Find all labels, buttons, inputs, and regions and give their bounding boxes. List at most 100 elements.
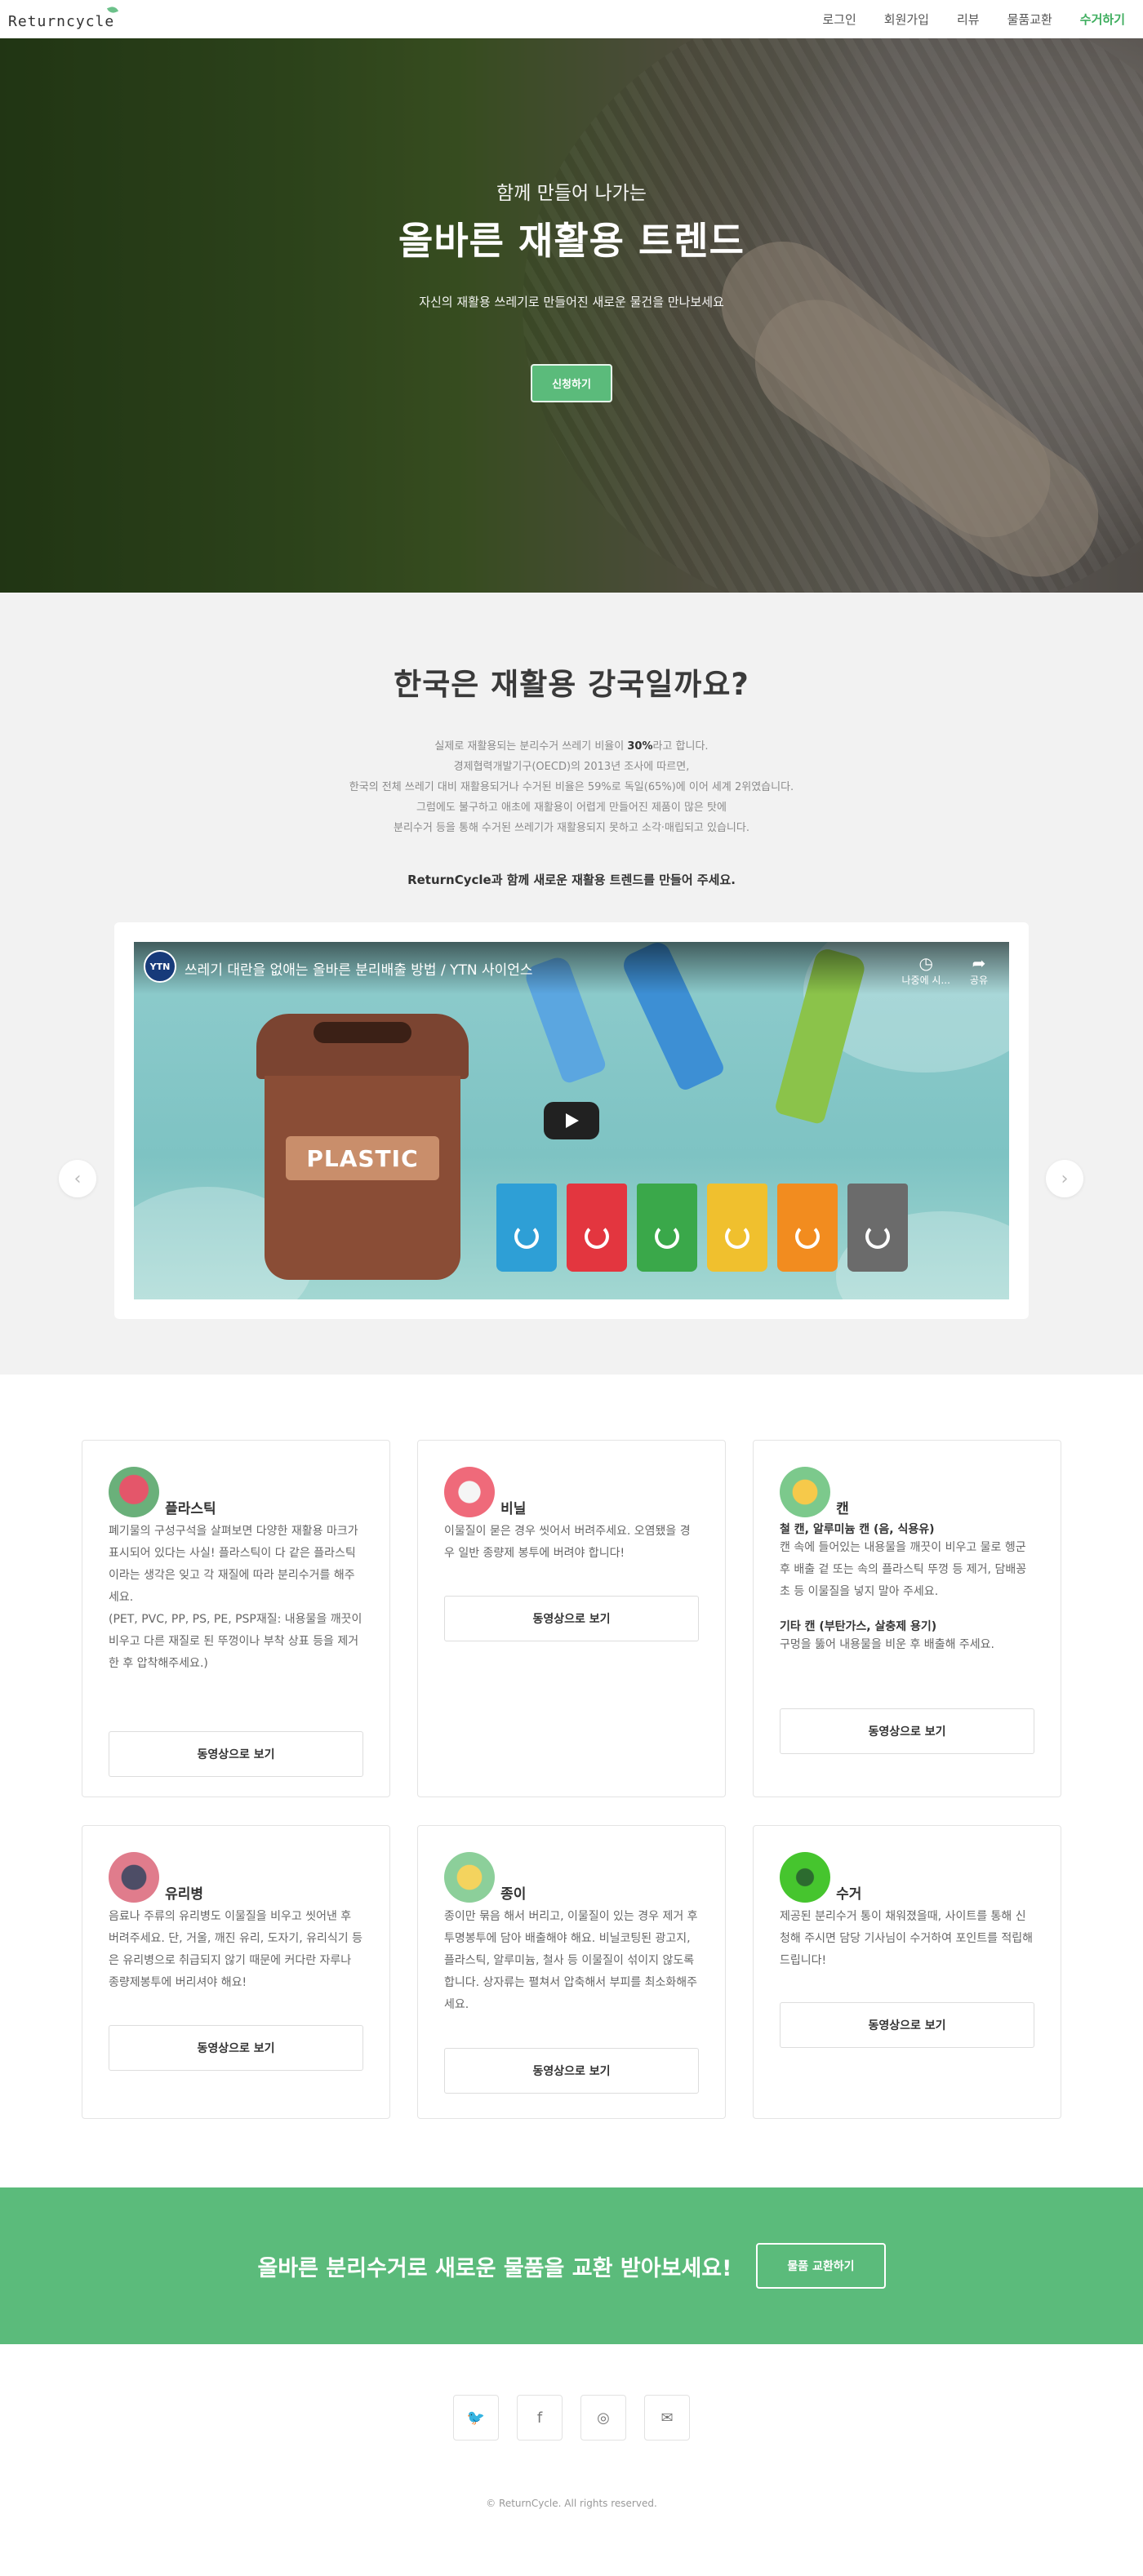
- card-collection: 수거 제공된 분리수거 통이 채워졌을때, 사이트를 통해 신청해 주시면 담당…: [753, 1825, 1061, 2119]
- card-text: 이물질이 묻은 경우 씻어서 버려주세요. 오염됐을 경우 일반 종량제 봉투에…: [444, 1525, 691, 1560]
- card-text: 폐기물의 구성구석을 살펴보면 다양한 재활용 마크가 표시되어 있다는 사실!…: [109, 1525, 358, 1604]
- video-topbar: YTN 쓰레기 대란을 없애는 올바른 분리배출 방법 / YTN 사이언스 ◷…: [134, 942, 1009, 994]
- card-subtitle: 철 캔, 알루미늄 캔 (음, 식용유): [780, 1523, 935, 1536]
- intro-line: 실제로 재활용되는 분리수거 쓰레기 비율이 30%라고 합니다.: [434, 740, 709, 753]
- facebook-link[interactable]: f: [517, 2395, 563, 2441]
- watch-later-label: 나중에 시...: [901, 975, 950, 986]
- recycle-bin-orange: [777, 1184, 838, 1272]
- recycle-bin-gray: [847, 1184, 908, 1272]
- logo-text: Returncycle: [8, 12, 115, 30]
- twitter-link[interactable]: 🐦: [453, 2395, 499, 2441]
- intro-line: 그럼에도 불구하고 애초에 재활용이 어렵게 만들어진 제품이 많은 탓에: [416, 802, 727, 814]
- watch-video-button[interactable]: 동영상으로 보기: [780, 1708, 1034, 1754]
- video-card: PLASTIC YTN 쓰레기 대란을 없애는 올바른 분리배출 방법 / YT…: [114, 922, 1029, 1319]
- card-glass: 유리병 음료나 주류의 유리병도 이물질을 비우고 씻어낸 후 버려주세요. 단…: [82, 1825, 390, 2119]
- card-title: 캔: [836, 1501, 849, 1517]
- hero-section: 함께 만들어 나가는 올바른 재활용 트렌드 자신의 재활용 쓰레기로 만들어진…: [0, 38, 1143, 593]
- video-player[interactable]: PLASTIC YTN 쓰레기 대란을 없애는 올바른 분리배출 방법 / YT…: [134, 942, 1009, 1299]
- card-title: 유리병: [165, 1886, 204, 1903]
- share-label: 공유: [969, 975, 988, 986]
- card-title: 플라스틱: [165, 1501, 216, 1517]
- exchange-button[interactable]: 물품 교환하기: [756, 2243, 886, 2289]
- footer: 🐦 f ◎ ✉ © ReturnCycle. All rights reserv…: [0, 2344, 1143, 2535]
- facebook-icon: f: [536, 2409, 543, 2427]
- watch-video-button[interactable]: 동영상으로 보기: [780, 2002, 1034, 2048]
- card-text: 제공된 분리수거 통이 채워졌을때, 사이트를 통해 신청해 주시면 담당 기사…: [780, 1910, 1034, 1967]
- recycling-guide-section: 플라스틱 폐기물의 구성구석을 살펴보면 다양한 재활용 마크가 표시되어 있다…: [0, 1375, 1143, 2187]
- intro-line: 경제협력개발기구(OECD)의 2013년 조사에 따르면,: [453, 761, 690, 773]
- can-icon: [780, 1467, 830, 1517]
- channel-avatar[interactable]: YTN: [144, 950, 176, 983]
- nav-signup-link[interactable]: 회원가입: [884, 11, 929, 28]
- recycle-bin-green: [637, 1184, 697, 1272]
- clock-icon: ◷: [918, 953, 933, 973]
- apply-button[interactable]: 신청하기: [531, 364, 612, 402]
- watch-video-button[interactable]: 동영상으로 보기: [444, 2048, 699, 2094]
- intro-emphasis: ReturnCycle과 함께 새로운 재활용 트렌드를 만들어 주세요.: [407, 873, 736, 887]
- hero-kicker: 함께 만들어 나가는: [496, 183, 647, 204]
- card-text: 음료나 주류의 유리병도 이물질을 비우고 씻어낸 후 버려주세요. 단, 거울…: [109, 1910, 363, 1989]
- chevron-left-icon: ‹: [73, 1168, 82, 1189]
- hero-title: 올바른 재활용 트렌드: [398, 219, 745, 263]
- glass-icon: [109, 1852, 159, 1903]
- recycle-bin-red: [567, 1184, 627, 1272]
- card-subtitle: 기타 캔 (부탄가스, 살충제 용기): [780, 1620, 937, 1633]
- card-title: 종이: [500, 1886, 527, 1903]
- intro-title: 한국은 재활용 강국일까요?: [394, 667, 749, 702]
- twitter-icon: 🐦: [466, 2409, 486, 2427]
- bin-handle: [314, 1022, 411, 1043]
- video-title[interactable]: 쓰레기 대란을 없애는 올바른 분리배출 방법 / YTN 사이언스: [185, 950, 533, 979]
- card-title: 수거: [836, 1886, 862, 1903]
- recycle-bin-blue: [496, 1184, 557, 1272]
- nav-menu: 로그인 회원가입 리뷰 물품교환 수거하기: [822, 11, 1125, 28]
- card-vinyl: 비닐 이물질이 묻은 경우 씻어서 버려주세요. 오염됐을 경우 일반 종량제 …: [417, 1440, 726, 1797]
- share-button[interactable]: ➦ 공유: [970, 953, 988, 987]
- chevron-right-icon: ›: [1061, 1168, 1069, 1189]
- carousel-prev-button[interactable]: ‹: [59, 1160, 96, 1197]
- instagram-icon: ◎: [597, 2409, 610, 2427]
- email-icon: ✉: [660, 2409, 674, 2427]
- nav-login-link[interactable]: 로그인: [822, 11, 856, 28]
- hero-content: 함께 만들어 나가는 올바른 재활용 트렌드 자신의 재활용 쓰레기로 만들어진…: [0, 177, 1143, 402]
- watch-video-button[interactable]: 동영상으로 보기: [444, 1596, 699, 1641]
- intro-line: 분리수거 등을 통해 수거된 쓰레기가 재활용되지 못하고 소각·매립되고 있습…: [393, 822, 749, 834]
- intro-text: 실제로 재활용되는 분리수거 쓰레기 비율이 30%라고 합니다. 경제협력개발…: [0, 736, 1143, 838]
- paper-icon: [444, 1852, 495, 1903]
- intro-highlight: 30%: [627, 740, 653, 753]
- guide-grid: 플라스틱 폐기물의 구성구석을 살펴보면 다양한 재활용 마크가 표시되어 있다…: [82, 1440, 1061, 2119]
- social-links: 🐦 f ◎ ✉: [0, 2395, 1143, 2441]
- instagram-link[interactable]: ◎: [580, 2395, 626, 2441]
- card-text-detail: (PET, PVC, PP, PS, PE, PSP재질: 내용물을 깨끗이 비…: [109, 1613, 362, 1670]
- watch-video-button[interactable]: 동영상으로 보기: [109, 2025, 363, 2071]
- carousel-next-button[interactable]: ›: [1046, 1160, 1083, 1197]
- share-icon: ➦: [972, 953, 986, 973]
- nav-review-link[interactable]: 리뷰: [957, 11, 980, 28]
- hero-subtitle: 자신의 재활용 쓰레기로 만들어진 새로운 물건을 만나보세요: [419, 295, 724, 309]
- intro-line: 한국의 전체 쓰레기 대비 재활용되거나 수거된 비율은 59%로 독일(65%…: [349, 781, 794, 793]
- plastic-icon: [109, 1467, 159, 1517]
- watch-video-button[interactable]: 동영상으로 보기: [109, 1731, 363, 1777]
- email-link[interactable]: ✉: [644, 2395, 690, 2441]
- plastic-bin-illustration: PLASTIC: [248, 1014, 477, 1288]
- intro-section: 한국은 재활용 강국일까요? 실제로 재활용되는 분리수거 쓰레기 비율이 30…: [0, 593, 1143, 1375]
- card-plastic: 플라스틱 폐기물의 구성구석을 살펴보면 다양한 재활용 마크가 표시되어 있다…: [82, 1440, 390, 1797]
- collection-icon: [780, 1852, 830, 1903]
- exchange-banner: 올바른 분리수거로 새로운 물품을 교환 받아보세요! 물품 교환하기: [0, 2187, 1143, 2344]
- banner-text: 올바른 분리수거로 새로운 물품을 교환 받아보세요!: [257, 2255, 732, 2281]
- bin-label: PLASTIC: [286, 1136, 439, 1180]
- copyright: © ReturnCycle. All rights reserved.: [486, 2498, 657, 2509]
- top-nav: Returncycle 로그인 회원가입 리뷰 물품교환 수거하기: [0, 0, 1143, 38]
- card-title: 비닐: [500, 1501, 527, 1517]
- card-text: 구멍을 뚫어 내용물을 비운 후 배출해 주세요.: [780, 1638, 994, 1651]
- card-text: 종이만 묶음 해서 버리고, 이물질이 있는 경우 제거 후 투명봉투에 담아 …: [444, 1910, 698, 2011]
- watch-later-button[interactable]: ◷ 나중에 시...: [901, 953, 950, 987]
- nav-exchange-link[interactable]: 물품교환: [1007, 11, 1052, 28]
- video-actions: ◷ 나중에 시... ➦ 공유: [901, 953, 988, 987]
- play-button[interactable]: [544, 1102, 599, 1139]
- logo[interactable]: Returncycle: [8, 4, 119, 30]
- nav-collect-link[interactable]: 수거하기: [1080, 11, 1125, 28]
- recycle-bin-yellow: [707, 1184, 767, 1272]
- card-text: 캔 속에 들어있는 내용물을 깨끗이 비우고 물로 헹군 후 배출 겉 또는 속…: [780, 1541, 1027, 1598]
- card-paper: 종이 종이만 묶음 해서 버리고, 이물질이 있는 경우 제거 후 투명봉투에 …: [417, 1825, 726, 2119]
- card-can: 캔 철 캔, 알루미늄 캔 (음, 식용유) 캔 속에 들어있는 내용물을 깨끗…: [753, 1440, 1061, 1797]
